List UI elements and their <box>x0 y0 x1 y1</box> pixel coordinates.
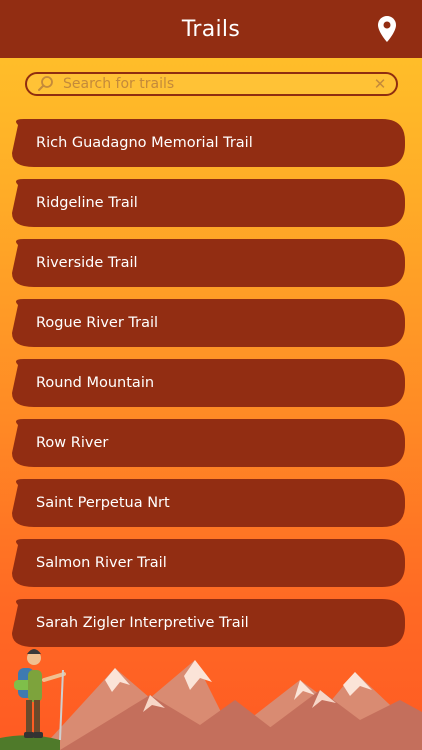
trail-item-label: Saint Perpetua Nrt <box>36 495 170 511</box>
trail-item[interactable]: Sarah Zigler Interpretive Trail <box>12 599 405 647</box>
trail-item-label: Rich Guadagno Memorial Trail <box>36 135 253 151</box>
trail-item[interactable]: Salmon River Trail <box>12 539 405 587</box>
trail-item-label: Sarah Zigler Interpretive Trail <box>36 615 249 631</box>
trail-item[interactable]: Row River <box>12 419 405 467</box>
trail-item-label: Riverside Trail <box>36 255 138 271</box>
trail-item[interactable]: Saint Perpetua Nrt <box>12 479 405 527</box>
close-icon[interactable]: ✕ <box>372 76 388 92</box>
search-bar: ✕ <box>25 72 398 96</box>
trail-item-label: Ridgeline Trail <box>36 195 138 211</box>
trail-item[interactable]: Ridgeline Trail <box>12 179 405 227</box>
trail-item[interactable]: Round Mountain <box>12 359 405 407</box>
trail-item-label: Salmon River Trail <box>36 555 167 571</box>
page-title: Trails <box>181 16 241 42</box>
trail-item-label: Round Mountain <box>36 375 155 391</box>
trail-item-label: Row River <box>36 435 109 451</box>
app-header: Trails <box>0 0 422 58</box>
trail-item[interactable]: Rogue River Trail <box>12 299 405 347</box>
location-button[interactable] <box>376 15 398 43</box>
trail-list: Rich Guadagno Memorial Trail Ridgeline T… <box>0 0 422 750</box>
trail-item[interactable]: Rich Guadagno Memorial Trail <box>12 119 405 167</box>
trail-item-label: Rogue River Trail <box>36 315 159 331</box>
trail-item[interactable]: Riverside Trail <box>12 239 405 287</box>
map-pin-icon <box>378 16 396 42</box>
magnifier-icon <box>37 75 55 93</box>
search-input[interactable] <box>63 74 372 94</box>
